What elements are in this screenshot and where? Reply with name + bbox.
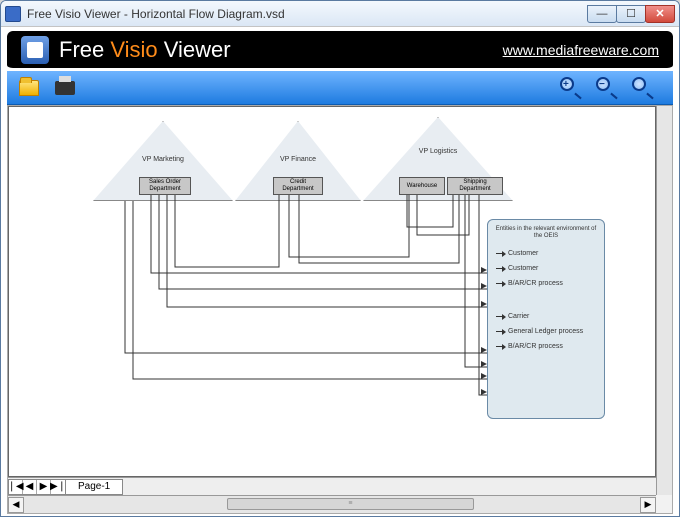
- maximize-button[interactable]: ☐: [616, 5, 646, 23]
- brand-post: Viewer: [158, 37, 231, 62]
- content-area: VP Marketing Sales Order Department VP F…: [7, 105, 673, 514]
- brand-logo-icon: [21, 36, 49, 64]
- scroll-right-button[interactable]: ▶: [640, 497, 656, 513]
- window-title: Free Visio Viewer - Horizontal Flow Diag…: [27, 7, 588, 21]
- toolbar: + −: [7, 71, 673, 105]
- zoom-fit-icon: [632, 77, 654, 99]
- zoom-out-button[interactable]: −: [593, 75, 621, 101]
- app-window: Free Visio Viewer - Horizontal Flow Diag…: [0, 0, 680, 517]
- folder-icon: [19, 80, 39, 96]
- scrollbar-track[interactable]: ≡: [24, 497, 640, 513]
- window-buttons: — ☐ ✕: [588, 5, 675, 23]
- connectors: [9, 107, 655, 476]
- brand-pre: Free: [59, 37, 110, 62]
- prev-page-button[interactable]: ◀: [23, 480, 37, 494]
- title-bar: Free Visio Viewer - Horizontal Flow Diag…: [1, 1, 679, 27]
- zoom-fit-button[interactable]: [629, 75, 657, 101]
- app-icon: [5, 6, 21, 22]
- vertical-scrollbar[interactable]: [656, 106, 672, 495]
- diagram: VP Marketing Sales Order Department VP F…: [9, 107, 655, 476]
- page-tab[interactable]: Page-1: [66, 479, 123, 495]
- printer-icon: [55, 81, 75, 95]
- last-page-button[interactable]: ▶❘: [51, 480, 65, 494]
- print-button[interactable]: [51, 75, 79, 101]
- close-button[interactable]: ✕: [645, 5, 675, 23]
- brand-accent: Visio: [110, 37, 157, 62]
- page-nav: ❘◀ ◀ ▶ ▶❘: [8, 479, 66, 495]
- zoom-in-icon: +: [560, 77, 582, 99]
- brand-bar: Free Visio Viewer www.mediafreeware.com: [7, 31, 673, 71]
- diagram-canvas[interactable]: VP Marketing Sales Order Department VP F…: [8, 106, 656, 477]
- page-tab-bar: ❘◀ ◀ ▶ ▶❘ Page-1: [8, 477, 656, 495]
- open-file-button[interactable]: [15, 75, 43, 101]
- horizontal-scrollbar[interactable]: ◀ ≡ ▶: [8, 495, 656, 513]
- scroll-left-button[interactable]: ◀: [8, 497, 24, 513]
- next-page-button[interactable]: ▶: [37, 480, 51, 494]
- zoom-in-button[interactable]: +: [557, 75, 585, 101]
- first-page-button[interactable]: ❘◀: [9, 480, 23, 494]
- brand-title: Free Visio Viewer: [59, 37, 231, 63]
- minimize-button[interactable]: —: [587, 5, 617, 23]
- zoom-out-icon: −: [596, 77, 618, 99]
- scrollbar-thumb[interactable]: ≡: [227, 498, 473, 510]
- brand-url-link[interactable]: www.mediafreeware.com: [503, 42, 659, 58]
